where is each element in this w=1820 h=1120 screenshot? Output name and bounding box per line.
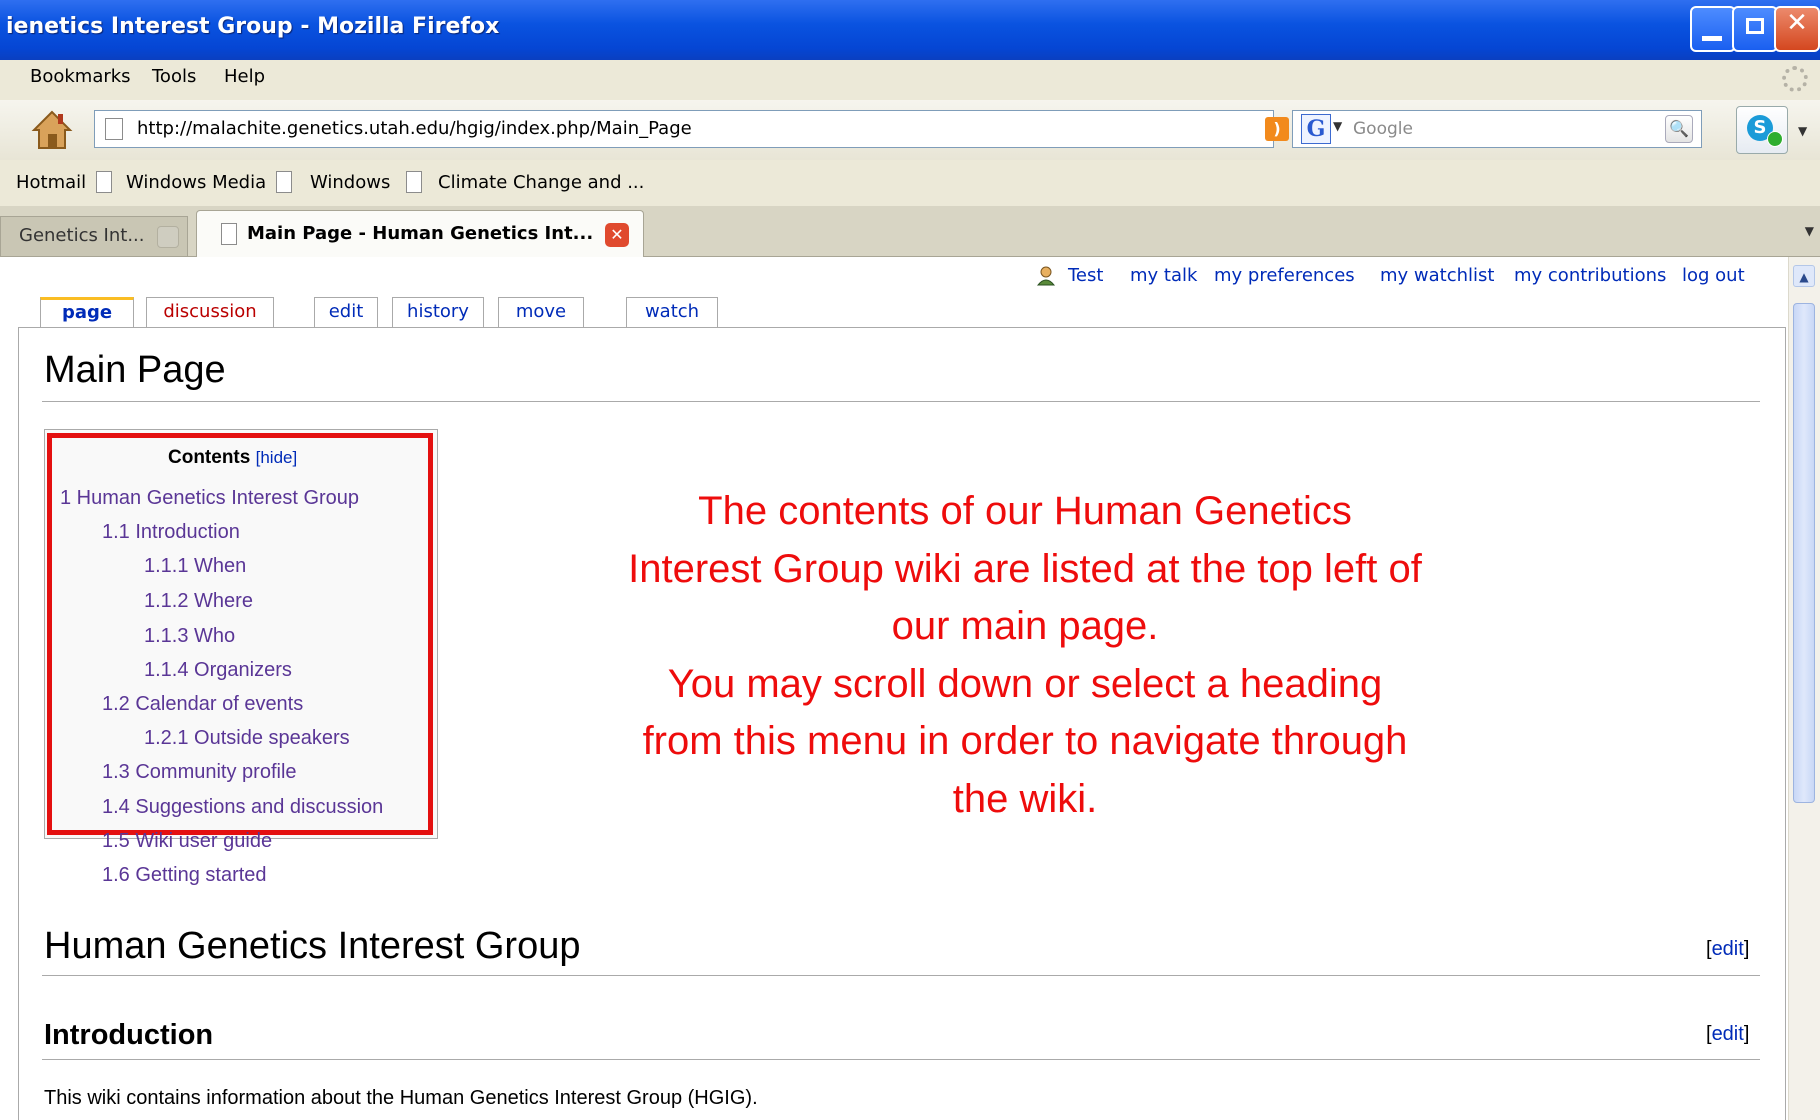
url-bar[interactable]: http://malachite.genetics.utah.edu/hgig/… <box>94 110 1351 148</box>
bookmark-page-icon <box>96 171 112 193</box>
annotation-line: the wiki. <box>952 776 1098 821</box>
engine-dropdown-icon[interactable]: ▼ <box>1333 119 1342 133</box>
bookmark-windows-media[interactable]: Windows Media <box>126 172 266 193</box>
skype-dropdown-icon[interactable]: ▼ <box>1798 124 1807 138</box>
toc-title: Contents [hide] <box>168 447 297 469</box>
tab-edit[interactable]: edit <box>314 297 378 327</box>
window-title: ienetics Interest Group - Mozilla Firefo… <box>6 14 500 39</box>
user-link[interactable]: Test <box>1068 265 1103 286</box>
page-title: Main Page <box>44 349 226 391</box>
log-out-link[interactable]: log out <box>1682 265 1745 286</box>
vertical-scrollbar[interactable]: ▲ <box>1788 257 1820 1120</box>
toc-item[interactable]: 1.1.3 Who <box>144 625 235 648</box>
tab-move[interactable]: move <box>498 297 584 327</box>
menu-tools[interactable]: Tools <box>152 66 196 87</box>
tab-bar: Genetics Int... Main Page - Human Geneti… <box>0 206 1820 257</box>
page-icon <box>105 118 123 140</box>
bookmark-page-icon <box>276 171 292 193</box>
bookmark-climate-change[interactable]: Climate Change and ... <box>438 172 644 193</box>
tab-list-dropdown-icon[interactable]: ▼ <box>1805 224 1814 238</box>
tab-discussion[interactable]: discussion <box>146 297 274 327</box>
divider <box>42 975 1760 976</box>
home-icon[interactable] <box>30 108 74 152</box>
annotation-line: You may scroll down or select a heading <box>667 661 1383 706</box>
bookmark-page-icon <box>406 171 422 193</box>
divider <box>42 1059 1760 1060</box>
minimize-button[interactable] <box>1690 6 1736 52</box>
toc-item[interactable]: 1.6 Getting started <box>102 864 267 887</box>
toc-item[interactable]: 1.1.1 When <box>144 555 246 578</box>
tab-close-icon[interactable] <box>157 226 179 248</box>
window-title-bar: ienetics Interest Group - Mozilla Firefo… <box>0 0 1820 61</box>
bookmark-hotmail[interactable]: Hotmail <box>16 172 86 193</box>
toc-item[interactable]: 1.2 Calendar of events <box>102 693 303 716</box>
online-status-icon <box>1767 131 1783 147</box>
toc-item[interactable]: 1.5 Wiki user guide <box>102 830 272 853</box>
close-icon: ✕ <box>1786 8 1808 38</box>
search-box[interactable]: G ▼ Google 🔍 <box>1292 110 1702 148</box>
menu-bar: Bookmarks Tools Help <box>0 60 1820 101</box>
menu-bookmarks[interactable]: Bookmarks <box>30 66 131 87</box>
toc-item[interactable]: 1.2.1 Outside speakers <box>144 727 350 750</box>
tab-main-page[interactable]: Main Page - Human Genetics Int... ✕ <box>196 210 644 257</box>
tab-close-icon[interactable]: ✕ <box>605 223 629 247</box>
throbber-icon <box>1782 66 1808 92</box>
toc-hide-link[interactable]: [hide] <box>256 448 298 467</box>
close-button[interactable]: ✕ <box>1774 6 1820 52</box>
tab-history[interactable]: history <box>392 297 484 327</box>
edit-link[interactable]: edit <box>1712 938 1744 960</box>
google-engine-icon[interactable]: G <box>1301 114 1331 144</box>
tab-label: Genetics Int... <box>19 225 145 246</box>
toc-title-text: Contents <box>168 447 251 468</box>
toc-item[interactable]: 1 Human Genetics Interest Group <box>60 487 359 510</box>
tab-watch[interactable]: watch <box>626 297 718 327</box>
restore-button[interactable] <box>1732 6 1778 52</box>
search-placeholder[interactable]: Google <box>1353 119 1413 139</box>
restore-icon <box>1746 18 1764 34</box>
annotation-line: from this menu in order to navigate thro… <box>642 719 1408 763</box>
minimize-icon <box>1702 36 1722 41</box>
bookmarks-toolbar: Hotmail Windows Media Windows Climate Ch… <box>0 160 1820 207</box>
subsection-heading: Introduction <box>44 1019 214 1051</box>
tab-page[interactable]: page <box>40 297 134 327</box>
page-content: Test my talk my preferences my watchlist… <box>0 257 1788 1120</box>
toc-item[interactable]: 1.1 Introduction <box>102 521 240 544</box>
url-text[interactable]: http://malachite.genetics.utah.edu/hgig/… <box>137 118 692 139</box>
tab-label: Main Page - Human Genetics Int... <box>247 223 594 244</box>
edit-link[interactable]: edit <box>1712 1023 1744 1045</box>
my-contributions-link[interactable]: my contributions <box>1514 265 1666 286</box>
toc-item[interactable]: 1.3 Community profile <box>102 761 297 784</box>
intro-paragraph: This wiki contains information about the… <box>44 1087 758 1109</box>
navigation-toolbar: http://malachite.genetics.utah.edu/hgig/… <box>0 100 1820 161</box>
my-watchlist-link[interactable]: my watchlist <box>1380 265 1494 286</box>
my-talk-link[interactable]: my talk <box>1130 265 1197 286</box>
my-preferences-link[interactable]: my preferences <box>1214 265 1355 286</box>
toc-item[interactable]: 1.1.4 Organizers <box>144 659 292 682</box>
rss-feed-icon[interactable]: ) <box>1265 117 1289 141</box>
search-magnifier-icon[interactable]: 🔍 <box>1665 115 1693 143</box>
annotation-line: Interest Group wiki are listed at the to… <box>628 546 1422 591</box>
user-icon <box>1036 266 1056 286</box>
toc-item[interactable]: 1.1.2 Where <box>144 590 253 613</box>
subsection-edit-link: [edit] <box>1706 1023 1750 1045</box>
scrollbar-thumb[interactable] <box>1793 303 1815 803</box>
divider <box>42 401 1760 402</box>
bookmark-windows[interactable]: Windows <box>310 172 390 193</box>
section-edit-link: [edit] <box>1706 938 1750 960</box>
skype-button[interactable]: S <box>1736 106 1788 154</box>
menu-help[interactable]: Help <box>224 66 265 87</box>
page-icon <box>221 223 237 245</box>
section-heading: Human Genetics Interest Group <box>44 925 581 967</box>
annotation-line: The contents of our Human Genetics <box>698 489 1352 533</box>
toc-item[interactable]: 1.4 Suggestions and discussion <box>102 796 383 819</box>
tab-genetics-int[interactable]: Genetics Int... <box>0 216 188 256</box>
scroll-up-arrow-icon[interactable]: ▲ <box>1793 265 1815 287</box>
annotation-line: our main page. <box>891 604 1159 648</box>
annotation-text: The contents of our Human Genetics Inter… <box>525 483 1525 828</box>
